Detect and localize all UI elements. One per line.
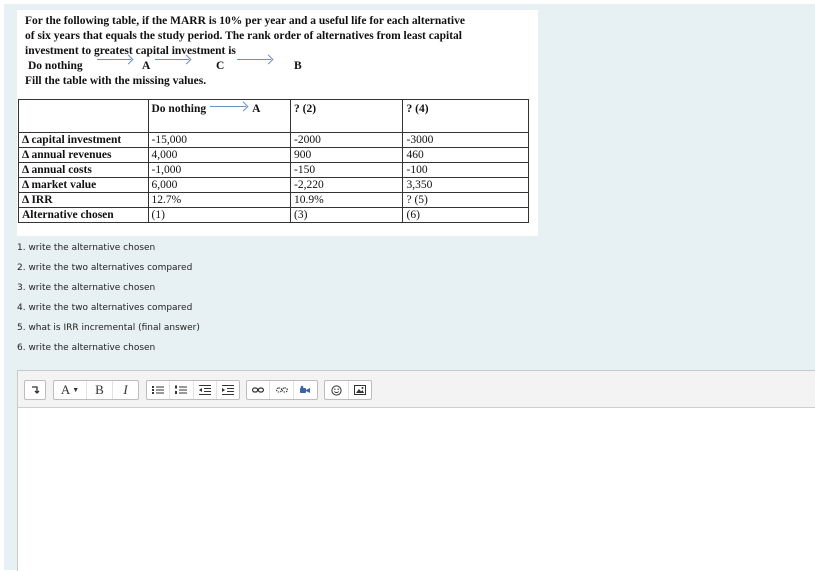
table-row: Δ annual costs -1,000 -150 -100 <box>18 162 529 178</box>
expand-toolbar-icon <box>32 386 40 394</box>
row-label: Δ annual costs <box>18 162 149 178</box>
table-cell: 460 <box>402 147 529 163</box>
question-card: For the following table, if the MARR is … <box>17 10 538 236</box>
arrow-icon <box>97 59 131 60</box>
table-row: Δ market value 6,000 -2,220 3,350 <box>18 177 529 193</box>
rank-item-b: B <box>294 60 302 72</box>
row-label: Δ market value <box>18 177 149 193</box>
insert-link-button[interactable] <box>247 381 271 399</box>
ordered-list-button[interactable] <box>170 381 194 399</box>
table-cell: 4,000 <box>147 147 292 163</box>
insert-image-button[interactable] <box>349 381 372 399</box>
header-do-nothing: Do nothing <box>151 103 207 115</box>
outdent-icon <box>198 385 211 395</box>
outdent-button[interactable] <box>194 381 217 399</box>
toolbar-group-lists <box>146 380 240 400</box>
font-style-label: A <box>60 382 71 397</box>
row-label: Alternative chosen <box>18 207 149 223</box>
rank-item-c: C <box>216 60 225 72</box>
table-cell: 10.9% <box>290 192 404 208</box>
answer-editor: A ▼ B I <box>17 370 815 571</box>
editor-toolbar: A ▼ B I <box>18 371 815 408</box>
table-cell: -15,000 <box>147 132 292 148</box>
arrow-icon <box>237 59 271 60</box>
table-row: Alternative chosen (1) (3) (6) <box>18 207 529 223</box>
instruction: Fill the table with the missing values. <box>25 75 207 87</box>
table-cell: ? (5) <box>402 192 529 208</box>
bullet-list-icon <box>152 386 165 394</box>
list-item: 4. write the two alternatives compared <box>17 303 193 313</box>
header-col-4: ? (4) <box>402 99 529 133</box>
question-text: For the following table, if the MARR is … <box>25 14 530 89</box>
question-line-2: of six years that equals the study perio… <box>25 30 462 42</box>
row-label: Δ capital investment <box>18 132 149 148</box>
toolbar-group-expand <box>24 380 46 400</box>
table-cell: (1) <box>147 207 292 223</box>
header-empty-cell <box>18 99 149 133</box>
insert-media-button[interactable] <box>294 381 317 399</box>
instructions-list: 1. write the alternative chosen 2. write… <box>17 241 200 361</box>
question-line-3: investment to greatest capital investmen… <box>25 45 236 57</box>
media-icon <box>300 385 311 393</box>
indent-icon <box>221 385 234 395</box>
toolbar-toggle-button[interactable] <box>25 381 45 399</box>
table-cell: (3) <box>290 207 404 223</box>
table-row: Δ capital investment -15,000 -2000 -3000 <box>18 132 529 148</box>
insert-emoticon-button[interactable] <box>325 381 349 399</box>
row-label: Δ annual revenues <box>18 147 149 163</box>
smiley-icon <box>331 384 342 396</box>
table-header-row: Do nothing A ? (2) ? (4) <box>18 99 529 133</box>
table-cell: 6,000 <box>147 177 292 193</box>
list-item: 2. write the two alternatives compared <box>17 263 193 273</box>
font-style-button[interactable]: A ▼ <box>54 381 87 399</box>
arrow-icon <box>155 59 189 60</box>
rank-item-a: A <box>142 60 151 72</box>
header-col-2: ? (2) <box>290 99 404 133</box>
unlink-button[interactable] <box>270 381 294 399</box>
arrow-icon <box>210 102 248 112</box>
question-line-1: For the following table, if the MARR is … <box>25 15 465 27</box>
list-item: 1. write the alternative chosen <box>17 243 156 253</box>
row-label: Δ IRR <box>18 192 149 208</box>
table-cell: -3000 <box>402 132 529 148</box>
toolbar-group-format: A ▼ B I <box>53 380 139 400</box>
bold-button[interactable]: B <box>87 381 113 399</box>
table-cell: (6) <box>402 207 529 223</box>
alternatives-table: Do nothing A ? (2) ? (4) Δ capital invest… <box>18 99 529 223</box>
header-do-nothing-a: Do nothing A <box>147 99 292 133</box>
table-cell: 12.7% <box>147 192 292 208</box>
toolbar-group-links <box>246 380 318 400</box>
table-cell: -100 <box>402 162 529 178</box>
list-item: 3. write the alternative chosen <box>17 283 156 293</box>
table-row: Δ IRR 12.7% 10.9% ? (5) <box>18 192 529 208</box>
table-cell: 3,350 <box>402 177 529 193</box>
list-item: 6. write the alternative chosen <box>17 343 156 353</box>
caret-down-icon: ▼ <box>72 386 80 394</box>
list-item: 5. what is IRR incremental (final answer… <box>17 323 200 333</box>
header-a: A <box>252 103 261 115</box>
table-cell: 900 <box>290 147 404 163</box>
indent-button[interactable] <box>217 381 239 399</box>
rank-order: Do nothing A C B <box>25 59 530 74</box>
editor-content-area[interactable] <box>18 408 815 571</box>
unlink-icon <box>275 387 288 393</box>
unordered-list-button[interactable] <box>147 381 171 399</box>
italic-button[interactable]: I <box>113 381 138 399</box>
table-cell: -150 <box>290 162 404 178</box>
table-cell: -2,220 <box>290 177 404 193</box>
image-icon <box>353 385 366 395</box>
toolbar-group-insert <box>324 380 372 400</box>
rank-item-do-nothing: Do nothing <box>28 60 83 72</box>
table-cell: -2000 <box>290 132 404 148</box>
table-row: Δ annual revenues 4,000 900 460 <box>18 147 529 163</box>
link-icon <box>252 387 265 393</box>
numbered-list-icon <box>175 385 188 394</box>
table-cell: -1,000 <box>147 162 292 178</box>
